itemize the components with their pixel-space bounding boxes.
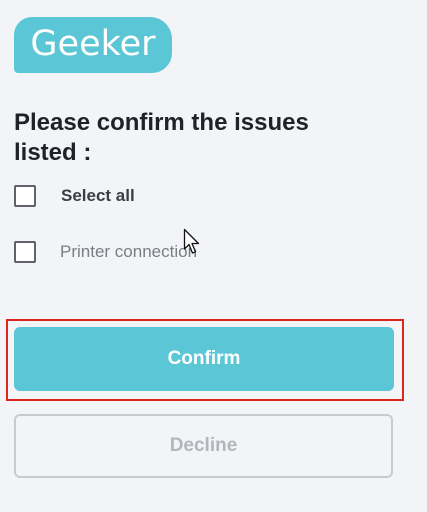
printer-connection-label: Printer connection [60, 242, 198, 261]
logo-text: Geeker [30, 24, 156, 64]
issue-item-printer-connection[interactable]: Printer connection [14, 241, 197, 263]
page-title: Please confirm the issues listed : [14, 109, 309, 166]
select-all-label: Select all [61, 186, 135, 205]
decline-button[interactable]: Decline [14, 414, 393, 478]
select-all-row[interactable]: Select all [14, 185, 135, 207]
geeker-logo: Geeker [14, 17, 172, 73]
select-all-checkbox[interactable] [14, 185, 36, 207]
mouse-cursor-icon [183, 228, 200, 254]
confirm-button[interactable]: Confirm [14, 327, 394, 391]
printer-connection-checkbox[interactable] [14, 241, 36, 263]
